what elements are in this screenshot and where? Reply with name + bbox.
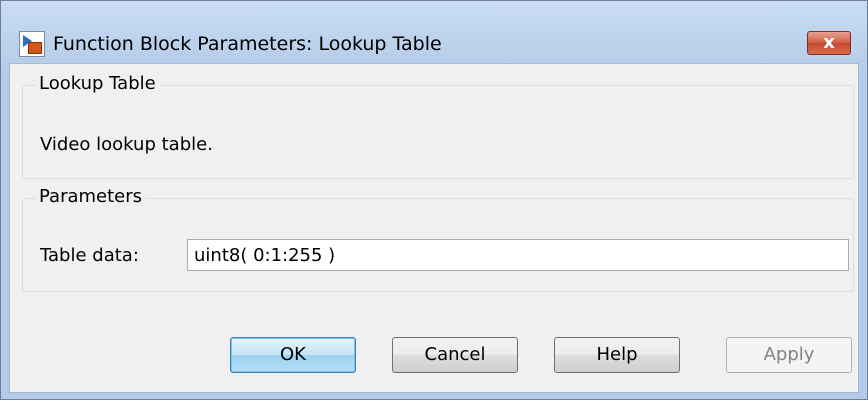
- dialog-body: Lookup Table Video lookup table. Paramet…: [9, 63, 859, 393]
- simulink-block-icon: [19, 31, 45, 57]
- help-button[interactable]: Help: [554, 337, 680, 373]
- close-button[interactable]: x: [807, 31, 851, 55]
- block-description-group: Lookup Table Video lookup table.: [22, 73, 854, 179]
- title-bar[interactable]: Function Block Parameters: Lookup Table …: [1, 1, 867, 63]
- apply-button: Apply: [726, 337, 852, 373]
- parameters-group: Parameters Table data:: [22, 186, 854, 292]
- block-square-icon: [28, 42, 42, 54]
- parameters-group-legend: Parameters: [35, 186, 147, 207]
- close-icon: x: [823, 32, 835, 53]
- table-data-label: Table data:: [40, 245, 139, 266]
- ok-button[interactable]: OK: [230, 337, 356, 373]
- cancel-button[interactable]: Cancel: [392, 337, 518, 373]
- block-group-legend: Lookup Table: [35, 73, 160, 94]
- dialog-window: Function Block Parameters: Lookup Table …: [0, 0, 868, 400]
- table-data-input[interactable]: [187, 239, 849, 271]
- window-title: Function Block Parameters: Lookup Table: [53, 33, 442, 55]
- block-description: Video lookup table.: [40, 134, 213, 155]
